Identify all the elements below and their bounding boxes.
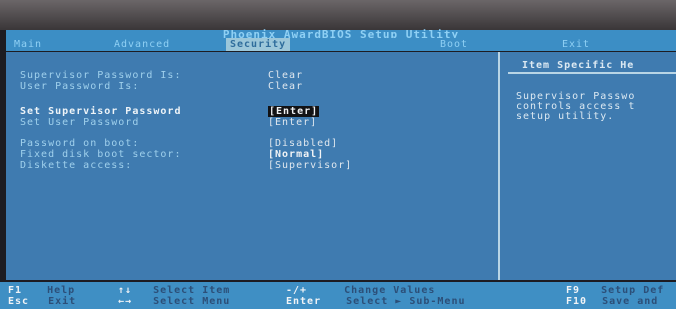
key-f1-desc: Help	[47, 285, 76, 296]
key-select-menu: ←→ Select Menu	[118, 297, 230, 307]
diskette-access-label: Diskette access:	[20, 160, 133, 171]
fixed-disk-boot-sector-value[interactable]: [Normal]	[268, 149, 324, 160]
key-up-down-desc: Select Item	[153, 285, 231, 296]
key-f9-desc: Setup Def	[601, 285, 665, 296]
key-esc-exit: Esc Exit	[8, 297, 76, 307]
set-user-password-label: Set User Password	[20, 117, 140, 128]
tab-exit[interactable]: Exit	[558, 38, 594, 51]
key-enter-desc: Select ► Sub-Menu	[346, 296, 466, 307]
key-f9-defaults: F9 Setup Def	[566, 286, 664, 296]
set-supervisor-password-label: Set Supervisor Password	[20, 106, 182, 117]
key-enter: Enter	[286, 296, 322, 307]
key-esc-desc: Exit	[48, 296, 77, 307]
key-f10-desc: Save and	[602, 296, 659, 307]
diskette-access-field[interactable]: [Supervisor]	[268, 160, 352, 172]
password-on-boot-label: Password on boot:	[20, 138, 140, 149]
tab-boot[interactable]: Boot	[436, 38, 472, 51]
key-f10-save: F10 Save and	[566, 297, 658, 307]
key-change-values: -/+ Change Values	[286, 286, 435, 296]
item-help-header: Item Specific He	[508, 58, 676, 74]
settings-panel: Supervisor Password Is: Clear User Passw…	[6, 52, 500, 280]
set-supervisor-password-value[interactable]: [Enter]	[268, 106, 320, 117]
supervisor-status-label: Supervisor Password Is:	[20, 70, 182, 81]
set-user-password-field[interactable]: [Enter]	[268, 117, 317, 129]
key-minus-plus-desc: Change Values	[344, 285, 436, 296]
key-enter-submenu: Enter Select ► Sub-Menu	[286, 297, 466, 307]
set-user-password-value[interactable]: [Enter]	[268, 117, 317, 128]
key-f1: F1	[8, 285, 23, 296]
tab-advanced[interactable]: Advanced	[110, 38, 174, 51]
item-help-text: Supervisor Passwo controls access t setu…	[516, 91, 636, 122]
set-user-password-row[interactable]: Set User Password	[20, 117, 139, 129]
key-f10: F10	[566, 296, 588, 307]
fixed-disk-boot-sector-label: Fixed disk boot sector:	[20, 149, 182, 160]
key-left-right: ←→	[118, 296, 133, 307]
supervisor-status-value: Clear	[268, 70, 304, 81]
tab-main[interactable]: Main	[10, 38, 46, 51]
key-select-item: ↑↓ Select Item	[118, 286, 230, 296]
item-help-panel: Item Specific He Supervisor Passwo contr…	[500, 52, 676, 280]
key-f9: F9	[566, 285, 581, 296]
key-legend-bar: F1 Help Esc Exit ↑↓ Select Item ←→ Selec…	[0, 282, 676, 309]
user-status-row: User Password Is:	[20, 81, 139, 93]
key-minus-plus: -/+	[286, 285, 308, 296]
key-left-right-desc: Select Menu	[153, 296, 231, 307]
user-status-value-wrap: Clear	[268, 81, 303, 93]
user-status-label: User Password Is:	[20, 81, 140, 92]
key-f1-help: F1 Help	[8, 286, 75, 296]
tab-security[interactable]: Security	[226, 38, 291, 51]
key-esc: Esc	[8, 296, 30, 307]
key-up-down: ↑↓	[118, 285, 133, 296]
bios-screen: Phoenix AwardBIOS Setup Utility Main Adv…	[0, 0, 676, 309]
diskette-access-value[interactable]: [Supervisor]	[268, 160, 352, 171]
diskette-access-row[interactable]: Diskette access:	[20, 160, 132, 172]
password-on-boot-value[interactable]: [Disabled]	[268, 138, 338, 149]
monitor-bezel	[0, 0, 676, 30]
menu-bar: Main Advanced Security Boot Exit	[6, 38, 676, 51]
user-status-value: Clear	[268, 81, 304, 92]
